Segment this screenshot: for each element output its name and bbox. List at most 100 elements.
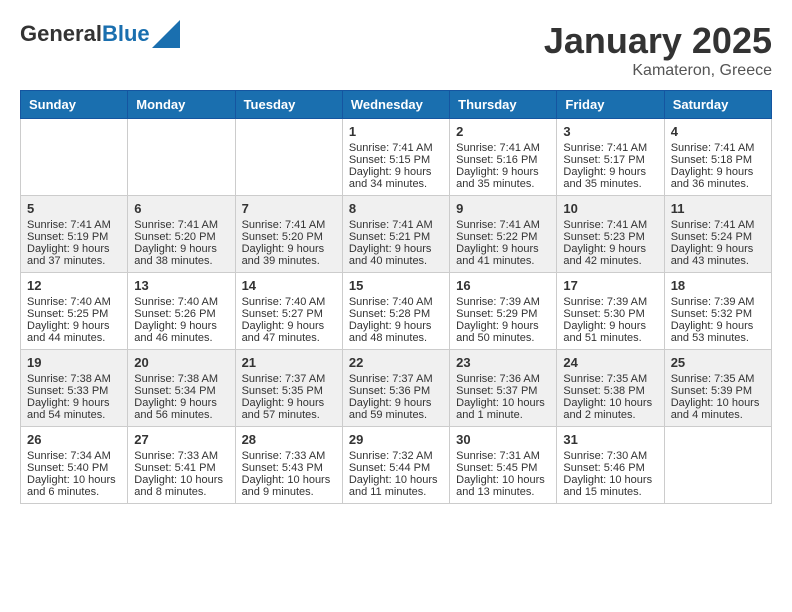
day-info-line: Sunset: 5:46 PM [563, 462, 657, 474]
calendar-cell: 7Sunrise: 7:41 AMSunset: 5:20 PMDaylight… [235, 196, 342, 273]
day-info-line: Daylight: 10 hours [456, 397, 550, 409]
day-info-line: and 38 minutes. [134, 255, 228, 267]
day-info-line: Sunrise: 7:41 AM [456, 142, 550, 154]
day-info-line: and 53 minutes. [671, 332, 765, 344]
calendar-cell [664, 427, 771, 504]
weekday-header-thursday: Thursday [450, 91, 557, 119]
day-info-line: Sunset: 5:23 PM [563, 231, 657, 243]
day-info-line: Daylight: 10 hours [27, 474, 121, 486]
day-number: 15 [349, 278, 443, 293]
day-number: 14 [242, 278, 336, 293]
calendar-cell [128, 119, 235, 196]
day-info-line: and 51 minutes. [563, 332, 657, 344]
logo-blue: Blue [102, 21, 150, 46]
calendar-cell: 9Sunrise: 7:41 AMSunset: 5:22 PMDaylight… [450, 196, 557, 273]
day-info-line: Sunrise: 7:41 AM [27, 219, 121, 231]
day-info-line: Sunset: 5:21 PM [349, 231, 443, 243]
day-info-line: and 54 minutes. [27, 409, 121, 421]
day-info-line: Daylight: 9 hours [134, 397, 228, 409]
day-info-line: Daylight: 10 hours [134, 474, 228, 486]
day-number: 29 [349, 432, 443, 447]
day-info-line: Daylight: 9 hours [456, 320, 550, 332]
calendar-cell: 16Sunrise: 7:39 AMSunset: 5:29 PMDayligh… [450, 273, 557, 350]
calendar-cell: 5Sunrise: 7:41 AMSunset: 5:19 PMDaylight… [21, 196, 128, 273]
day-number: 11 [671, 201, 765, 216]
day-info-line: Daylight: 9 hours [563, 243, 657, 255]
day-info-line: Daylight: 9 hours [27, 397, 121, 409]
day-info-line: Daylight: 9 hours [563, 166, 657, 178]
day-number: 25 [671, 355, 765, 370]
calendar-cell: 26Sunrise: 7:34 AMSunset: 5:40 PMDayligh… [21, 427, 128, 504]
day-number: 20 [134, 355, 228, 370]
day-info-line: Sunset: 5:26 PM [134, 308, 228, 320]
day-number: 16 [456, 278, 550, 293]
day-number: 10 [563, 201, 657, 216]
weekday-header-row: SundayMondayTuesdayWednesdayThursdayFrid… [21, 91, 772, 119]
day-info-line: Daylight: 9 hours [456, 166, 550, 178]
day-info-line: and 35 minutes. [456, 178, 550, 190]
day-number: 30 [456, 432, 550, 447]
calendar-cell: 17Sunrise: 7:39 AMSunset: 5:30 PMDayligh… [557, 273, 664, 350]
day-number: 8 [349, 201, 443, 216]
day-info-line: Sunrise: 7:35 AM [671, 373, 765, 385]
day-info-line: and 35 minutes. [563, 178, 657, 190]
day-info-line: and 41 minutes. [456, 255, 550, 267]
day-info-line: Sunrise: 7:39 AM [456, 296, 550, 308]
day-number: 6 [134, 201, 228, 216]
day-info-line: Sunrise: 7:40 AM [27, 296, 121, 308]
day-number: 21 [242, 355, 336, 370]
calendar-cell: 31Sunrise: 7:30 AMSunset: 5:46 PMDayligh… [557, 427, 664, 504]
day-number: 31 [563, 432, 657, 447]
day-number: 1 [349, 124, 443, 139]
day-info-line: Sunset: 5:15 PM [349, 154, 443, 166]
day-info-line: Sunset: 5:45 PM [456, 462, 550, 474]
day-info-line: Sunrise: 7:35 AM [563, 373, 657, 385]
calendar-cell: 21Sunrise: 7:37 AMSunset: 5:35 PMDayligh… [235, 350, 342, 427]
calendar-cell: 8Sunrise: 7:41 AMSunset: 5:21 PMDaylight… [342, 196, 449, 273]
day-info-line: Sunset: 5:35 PM [242, 385, 336, 397]
logo-general: General [20, 21, 102, 46]
weekday-header-wednesday: Wednesday [342, 91, 449, 119]
day-info-line: Daylight: 9 hours [671, 243, 765, 255]
calendar-cell: 23Sunrise: 7:36 AMSunset: 5:37 PMDayligh… [450, 350, 557, 427]
calendar-cell: 11Sunrise: 7:41 AMSunset: 5:24 PMDayligh… [664, 196, 771, 273]
day-info-line: Sunrise: 7:31 AM [456, 450, 550, 462]
day-number: 17 [563, 278, 657, 293]
calendar-cell [235, 119, 342, 196]
day-number: 26 [27, 432, 121, 447]
day-info-line: Sunset: 5:16 PM [456, 154, 550, 166]
calendar-cell: 10Sunrise: 7:41 AMSunset: 5:23 PMDayligh… [557, 196, 664, 273]
day-info-line: Sunrise: 7:41 AM [563, 142, 657, 154]
calendar-cell: 30 Sunrise: 7:31 AMSunset: 5:45 PMDayligh… [450, 427, 557, 504]
day-info-line: Sunrise: 7:40 AM [242, 296, 336, 308]
day-number: 19 [27, 355, 121, 370]
day-info-line: Sunset: 5:24 PM [671, 231, 765, 243]
calendar-cell: 27Sunrise: 7:33 AMSunset: 5:41 PMDayligh… [128, 427, 235, 504]
day-info-line: Sunset: 5:43 PM [242, 462, 336, 474]
day-info-line: Daylight: 10 hours [456, 474, 550, 486]
day-info-line: Daylight: 9 hours [671, 320, 765, 332]
day-info-line: and 2 minutes. [563, 409, 657, 421]
calendar-cell: 24Sunrise: 7:35 AMSunset: 5:38 PMDayligh… [557, 350, 664, 427]
day-info-line: and 44 minutes. [27, 332, 121, 344]
day-info-line: Daylight: 9 hours [671, 166, 765, 178]
day-info-line: Daylight: 9 hours [563, 320, 657, 332]
day-number: 18 [671, 278, 765, 293]
calendar-cell: 20Sunrise: 7:38 AMSunset: 5:34 PMDayligh… [128, 350, 235, 427]
weekday-header-tuesday: Tuesday [235, 91, 342, 119]
day-number: 12 [27, 278, 121, 293]
day-info-line: and 37 minutes. [27, 255, 121, 267]
day-info-line: Sunrise: 7:41 AM [242, 219, 336, 231]
calendar-cell: 18Sunrise: 7:39 AMSunset: 5:32 PMDayligh… [664, 273, 771, 350]
calendar-cell [21, 119, 128, 196]
day-number: 9 [456, 201, 550, 216]
day-number: 2 [456, 124, 550, 139]
calendar-week-row: 12Sunrise: 7:40 AMSunset: 5:25 PMDayligh… [21, 273, 772, 350]
day-info-line: and 40 minutes. [349, 255, 443, 267]
day-info-line: Daylight: 9 hours [27, 243, 121, 255]
calendar-table: SundayMondayTuesdayWednesdayThursdayFrid… [20, 90, 772, 504]
day-info-line: Sunset: 5:20 PM [242, 231, 336, 243]
day-info-line: Sunset: 5:28 PM [349, 308, 443, 320]
calendar-cell: 29Sunrise: 7:32 AMSunset: 5:44 PMDayligh… [342, 427, 449, 504]
calendar-week-row: 19Sunrise: 7:38 AMSunset: 5:33 PMDayligh… [21, 350, 772, 427]
